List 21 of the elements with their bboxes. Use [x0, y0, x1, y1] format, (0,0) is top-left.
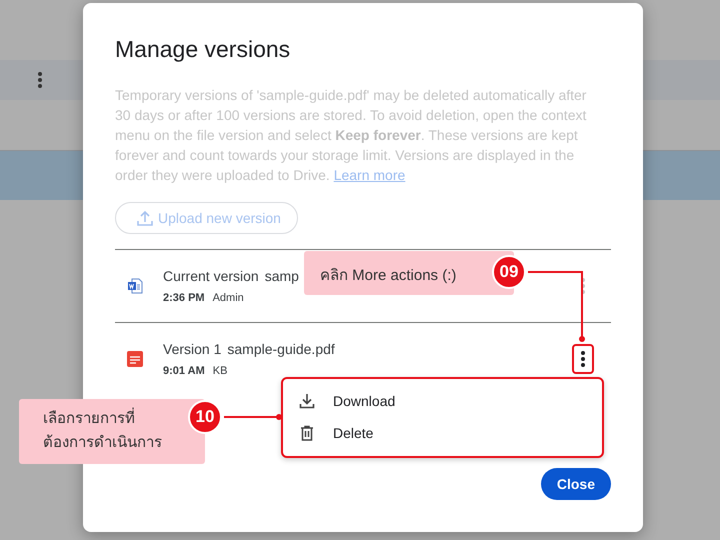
version-time: 2:36 PM — [163, 292, 205, 304]
download-icon — [299, 393, 315, 409]
menu-item[interactable]: Delete — [283, 417, 602, 449]
highlight-frame[interactable] — [572, 344, 594, 374]
more-icon[interactable] — [580, 351, 586, 367]
dialog-title: Manage versions — [115, 36, 292, 63]
version-time: 9:01 AM — [163, 365, 205, 377]
document-icon — [127, 278, 143, 294]
leader-line — [528, 271, 585, 342]
version-owner: KB — [212, 365, 228, 377]
version-name: Current version — [163, 268, 259, 284]
menu-item[interactable]: Download — [283, 385, 602, 417]
file-name: sample-guide.pdf — [227, 341, 335, 357]
pdf-icon — [127, 351, 143, 367]
close-button[interactable]: Close — [540, 468, 611, 500]
file-name: samp — [264, 268, 299, 284]
version-owner: Admin — [212, 292, 244, 304]
version-name: Version 1 — [163, 341, 222, 357]
upload-icon — [136, 209, 154, 227]
trash-icon — [299, 425, 315, 441]
description-text: Temporary versions of 'sample-guide.pdf' may be deleted automatically after 30 days or after 100 versions are stored. To avoid deletion, open the context menu on the file version and select Keep forever. These versions are kept forever and count towards your storage limit. Versions are displayed in the order they were uploaded to Drive. Learn more — [115, 86, 588, 185]
